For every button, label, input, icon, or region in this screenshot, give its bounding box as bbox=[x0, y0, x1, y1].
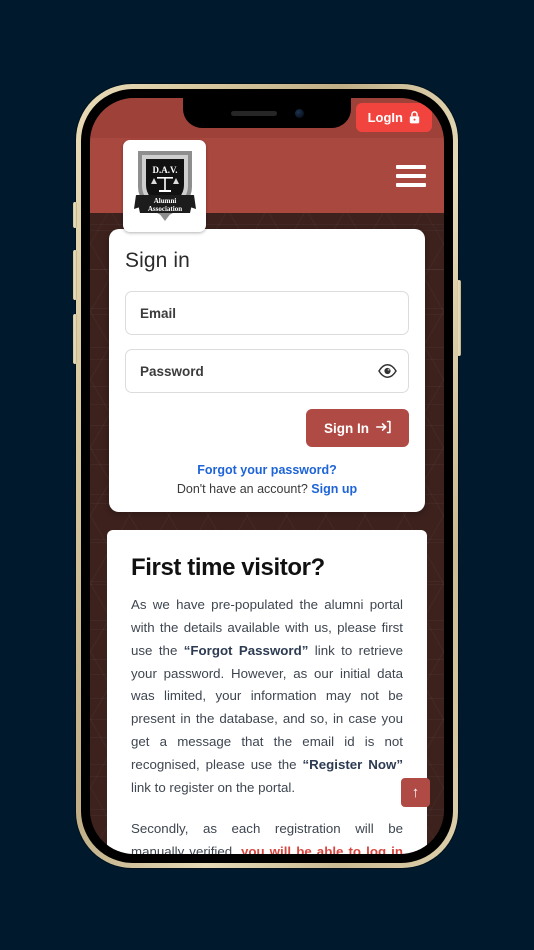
hamburger-menu-icon[interactable] bbox=[396, 164, 426, 187]
power-button[interactable] bbox=[457, 280, 461, 356]
login-button[interactable]: LogIn bbox=[355, 103, 432, 132]
volume-up-button[interactable] bbox=[73, 250, 77, 300]
info-p1-text-c: link to register on the portal. bbox=[131, 779, 296, 795]
email-input[interactable] bbox=[125, 291, 409, 335]
front-camera-icon bbox=[294, 108, 304, 118]
info-paragraph-two: Secondly, as each registration will be m… bbox=[131, 818, 403, 854]
register-now-emphasis: “Register Now” bbox=[302, 757, 403, 773]
signin-submit-row: Sign In bbox=[125, 409, 409, 447]
first-time-visitor-card: First time visitor? As we have pre-popul… bbox=[107, 530, 427, 854]
hamburger-bar bbox=[396, 173, 426, 178]
info-heading: First time visitor? bbox=[131, 554, 325, 581]
signin-button[interactable]: Sign In bbox=[306, 409, 409, 447]
dav-alumni-shield-logo-icon: D.A.V. Alumni Association bbox=[133, 151, 196, 221]
lock-icon bbox=[409, 111, 420, 124]
forgot-password-emphasis: “Forgot Password” bbox=[183, 642, 309, 658]
phone-bezel: LogIn D.A.V. Alumni Association Sign in … bbox=[81, 89, 453, 863]
info-paragraph-one: As we have pre-populated the alumni port… bbox=[131, 594, 403, 800]
phone-screen: LogIn D.A.V. Alumni Association Sign in … bbox=[90, 98, 444, 854]
email-field-wrapper bbox=[125, 291, 409, 335]
sign-in-arrow-icon bbox=[376, 420, 391, 437]
signin-title: Sign in bbox=[125, 249, 190, 272]
eye-icon[interactable] bbox=[378, 364, 397, 378]
hamburger-bar bbox=[396, 164, 426, 169]
auth-links-block: Forgot your password? Don't have an acco… bbox=[125, 463, 409, 496]
login-button-label: LogIn bbox=[367, 110, 403, 125]
site-logo[interactable]: D.A.V. Alumni Association bbox=[123, 140, 206, 232]
info-p1-text-b: link to retrieve your password. However,… bbox=[131, 642, 403, 773]
password-input[interactable] bbox=[125, 349, 409, 393]
signup-link[interactable]: Sign up bbox=[311, 482, 357, 496]
page-scroll-area[interactable]: Sign in Email Sign In Forgot your passwo… bbox=[90, 213, 444, 854]
volume-down-button[interactable] bbox=[73, 314, 77, 364]
no-account-text: Don't have an account? bbox=[176, 482, 308, 496]
svg-text:Alumni: Alumni bbox=[153, 197, 176, 205]
svg-text:D.A.V.: D.A.V. bbox=[152, 165, 177, 175]
signin-card: Sign in Email Sign In Forgot your passwo… bbox=[109, 229, 425, 512]
scroll-to-top-button[interactable]: ↑ bbox=[401, 778, 430, 807]
password-field-wrapper bbox=[125, 349, 409, 393]
silent-switch-button[interactable] bbox=[73, 202, 77, 228]
speaker-grille-icon bbox=[230, 110, 277, 116]
alumni-portal-app: LogIn D.A.V. Alumni Association Sign in … bbox=[90, 98, 444, 854]
arrow-up-icon: ↑ bbox=[411, 784, 420, 801]
signin-button-label: Sign In bbox=[324, 420, 369, 436]
phone-notch bbox=[183, 98, 351, 128]
hamburger-bar bbox=[396, 182, 426, 187]
forgot-password-link[interactable]: Forgot your password? bbox=[125, 463, 409, 477]
svg-text:Association: Association bbox=[147, 205, 181, 213]
phone-device-frame: LogIn D.A.V. Alumni Association Sign in … bbox=[73, 84, 461, 868]
